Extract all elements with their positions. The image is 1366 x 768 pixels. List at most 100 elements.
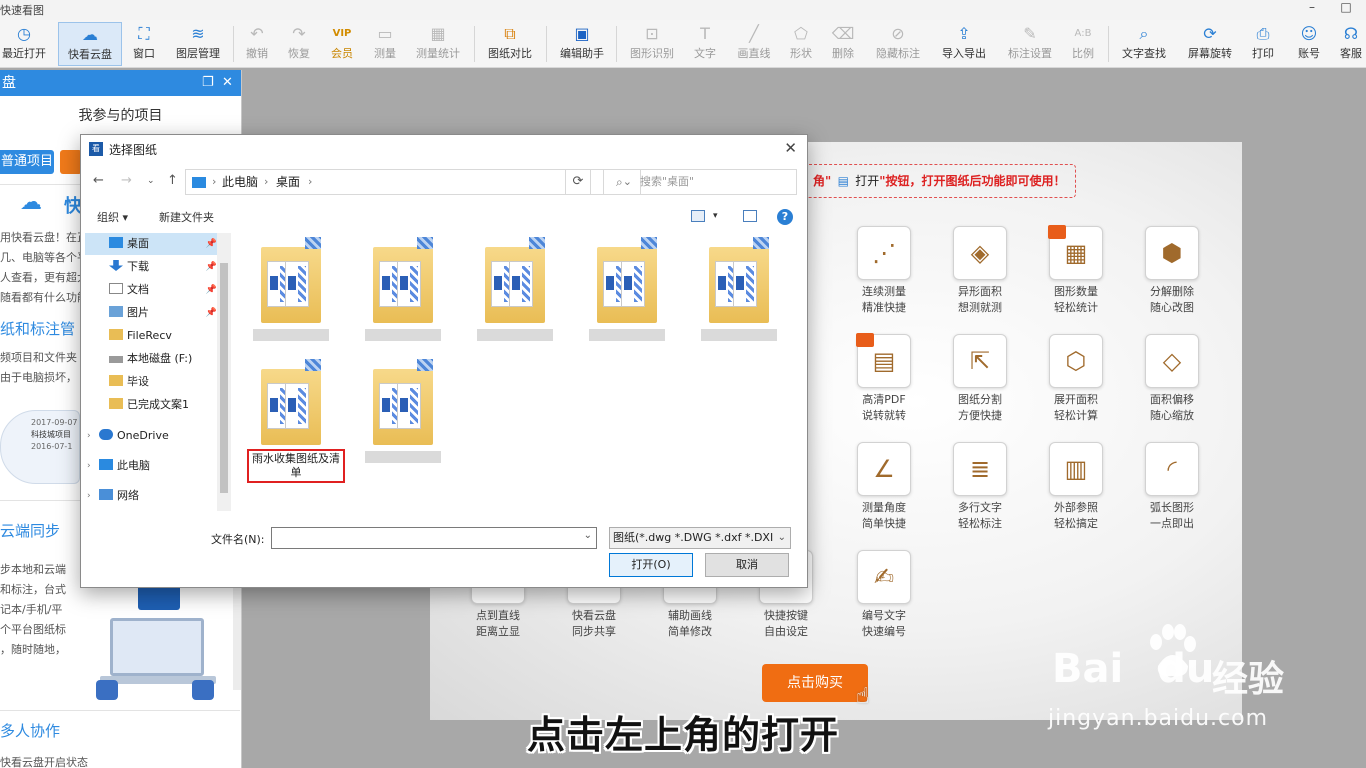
feature-unfold-area[interactable]: ⬡ 展开面积 轻松计算: [1041, 334, 1111, 424]
view-mode-icon[interactable]: [691, 210, 705, 222]
toolbar-divider: [616, 26, 617, 62]
import-export-button[interactable]: ⇪ 导入导出: [938, 22, 990, 66]
vip-button[interactable]: VIP 会员: [326, 22, 358, 66]
feature-continuous-measure[interactable]: ⋰ 连续测量 精准快捷: [849, 226, 919, 316]
feature-shape-count[interactable]: ▦ 图形数量 轻松统计: [1041, 225, 1111, 316]
delete-button[interactable]: ⌫ 删除: [828, 22, 858, 66]
redo-button[interactable]: ↷ 恢复: [284, 22, 314, 66]
file-type-filter[interactable]: 图纸(*.dwg *.DWG *.dxf *.DXI ⌄: [609, 527, 791, 549]
app-icon: 看: [89, 142, 103, 156]
feature-sublabel: 轻松搞定: [1054, 517, 1098, 530]
file-item[interactable]: [235, 233, 345, 351]
feature-split-drawing[interactable]: ⇱ 图纸分割 方便快捷: [945, 334, 1015, 424]
file-item[interactable]: [571, 233, 681, 351]
feature-label: 高清PDF: [862, 393, 906, 406]
feature-xref[interactable]: ▥ 外部参照 轻松搞定: [1041, 442, 1111, 532]
buy-button[interactable]: 点击购买: [762, 664, 868, 702]
feature-pdf[interactable]: ▤ 高清PDF 说转就转: [849, 333, 919, 424]
close-icon[interactable]: ✕: [222, 70, 233, 96]
nav-item-desktop[interactable]: 桌面 📌: [85, 233, 221, 255]
nav-item-filerecv[interactable]: FileRecv: [85, 325, 221, 347]
forward-arrow-icon[interactable]: →: [121, 173, 132, 188]
print-button[interactable]: ⎙ 打印: [1248, 22, 1278, 66]
chevron-down-icon[interactable]: ⌄: [584, 530, 592, 541]
file-item[interactable]: 雨水收集图纸及清单: [235, 355, 345, 483]
nav-item-onedrive[interactable]: › OneDrive: [85, 425, 221, 447]
breadcrumb-this-pc[interactable]: 此电脑: [222, 170, 258, 194]
window-button[interactable]: ⛶ 窗口: [128, 22, 160, 66]
feature-number-text[interactable]: ✍ 编号文字 快速编号: [849, 550, 919, 640]
back-arrow-icon[interactable]: ←: [93, 173, 104, 188]
feature-irregular-area[interactable]: ◈ 异形面积 想测就测: [945, 226, 1015, 316]
nav-item-this-pc[interactable]: › 此电脑: [85, 455, 221, 477]
account-button[interactable]: ☺ 账号: [1294, 22, 1324, 66]
project-tab-button[interactable]: [60, 150, 82, 174]
text-search-button[interactable]: ⌕ 文字查找: [1118, 22, 1170, 66]
preview-pane-icon[interactable]: [743, 210, 757, 222]
measure-stats-button[interactable]: ▦ 测量统计: [412, 22, 464, 66]
nav-item-local-disk-f[interactable]: 本地磁盘 (F:): [85, 348, 221, 370]
dialog-nav-row: ← → ⌄ ↑ › 此电脑 › 桌面 › ⌄ ⟳ ⌕ 搜索"桌面": [81, 165, 807, 199]
project-card-illustration: 2017-09-07 科技城项目 2016-07-1: [0, 410, 80, 484]
window-icon: ⛶: [138, 24, 150, 43]
shape-button[interactable]: ⬠ 形状: [786, 22, 816, 66]
open-button[interactable]: 打开(O): [609, 553, 693, 577]
nav-scrollbar[interactable]: [217, 233, 231, 511]
window-title: 快速看图: [0, 4, 44, 17]
maximize-icon[interactable]: □: [1336, 0, 1356, 14]
pin-icon: 📌: [205, 239, 217, 249]
feature-sublabel: 轻松统计: [1054, 301, 1098, 314]
edit-assistant-button[interactable]: ▣ 编辑助手: [556, 22, 608, 66]
cloud-disk-button[interactable]: ☁ 快看云盘: [58, 22, 122, 66]
nav-item-graduation[interactable]: 毕设: [85, 371, 221, 393]
nav-item-downloads[interactable]: 下载 📌: [85, 256, 221, 278]
refresh-button[interactable]: ⟳: [565, 169, 591, 195]
scale-button[interactable]: A:B 比例: [1068, 22, 1098, 66]
nav-item-network[interactable]: › 网络: [85, 485, 221, 507]
draw-line-button[interactable]: ╱ 画直线: [734, 22, 774, 66]
file-item[interactable]: [347, 355, 457, 473]
up-arrow-icon[interactable]: ↑: [167, 173, 178, 188]
chevron-down-icon[interactable]: ⌄: [147, 176, 155, 186]
compare-button[interactable]: ⧉ 图纸对比: [484, 22, 536, 66]
headset-icon: ☊: [1343, 24, 1359, 43]
scrollbar-thumb[interactable]: [220, 263, 228, 493]
nav-item-finished-copy[interactable]: 已完成文案1: [85, 394, 221, 416]
search-input[interactable]: ⌕ 搜索"桌面": [603, 169, 797, 195]
feature-multiline-text[interactable]: ≣ 多行文字 轻松标注: [945, 442, 1015, 532]
cancel-button[interactable]: 取消: [705, 553, 789, 577]
nav-item-pictures[interactable]: 图片 📌: [85, 302, 221, 324]
undo-button[interactable]: ↶ 撤销: [242, 22, 272, 66]
support-button[interactable]: ☊ 客服: [1336, 22, 1366, 66]
shape-recognize-button[interactable]: ⊡ 图形识别: [626, 22, 678, 66]
blurred-file-name: [253, 329, 329, 341]
filename-input[interactable]: ⌄: [271, 527, 597, 549]
breadcrumb-desktop[interactable]: 桌面: [276, 170, 300, 194]
rotate-screen-button[interactable]: ⟳ 屏幕旋转: [1184, 22, 1236, 66]
filename-row: 文件名(N): ⌄ 图纸(*.dwg *.DWG *.dxf *.DXI ⌄: [81, 525, 807, 553]
feature-explode-delete[interactable]: ⬢ 分解删除 随心改图: [1137, 226, 1207, 316]
file-item[interactable]: [347, 233, 457, 351]
feature-area-offset[interactable]: ◇ 面积偏移 随心缩放: [1137, 334, 1207, 424]
organize-menu[interactable]: 组织 ▾: [97, 209, 128, 225]
file-item[interactable]: [683, 233, 793, 351]
close-icon[interactable]: ✕: [784, 139, 797, 157]
minimize-icon[interactable]: –: [1302, 0, 1322, 14]
restore-icon[interactable]: ❐: [202, 70, 214, 96]
feature-arc-length[interactable]: ◜ 弧长图形 一点即出: [1137, 442, 1207, 532]
nav-item-documents[interactable]: 文档 📌: [85, 279, 221, 301]
chevron-down-icon[interactable]: ▾: [713, 211, 718, 221]
new-folder-button[interactable]: 新建文件夹: [159, 209, 214, 225]
text-button[interactable]: T 文字: [690, 22, 720, 66]
annotation-settings-button[interactable]: ✎ 标注设置: [1004, 22, 1056, 66]
blurred-file-name: [477, 329, 553, 341]
layer-manage-button[interactable]: ≋ 图层管理: [170, 22, 226, 66]
feature-angle-measure[interactable]: ∠ 测量角度 简单快捷: [849, 442, 919, 532]
help-icon[interactable]: ?: [777, 209, 793, 225]
dialog-command-bar: 组织 ▾ 新建文件夹 ▾ ?: [81, 203, 807, 231]
hide-annotation-button[interactable]: ⊘ 隐藏标注: [872, 22, 924, 66]
recent-open-button[interactable]: ◷ 最近打开: [0, 22, 48, 66]
normal-project-button[interactable]: 普通项目: [0, 150, 54, 174]
file-item[interactable]: [459, 233, 569, 351]
measure-button[interactable]: ▭ 测量: [370, 22, 400, 66]
